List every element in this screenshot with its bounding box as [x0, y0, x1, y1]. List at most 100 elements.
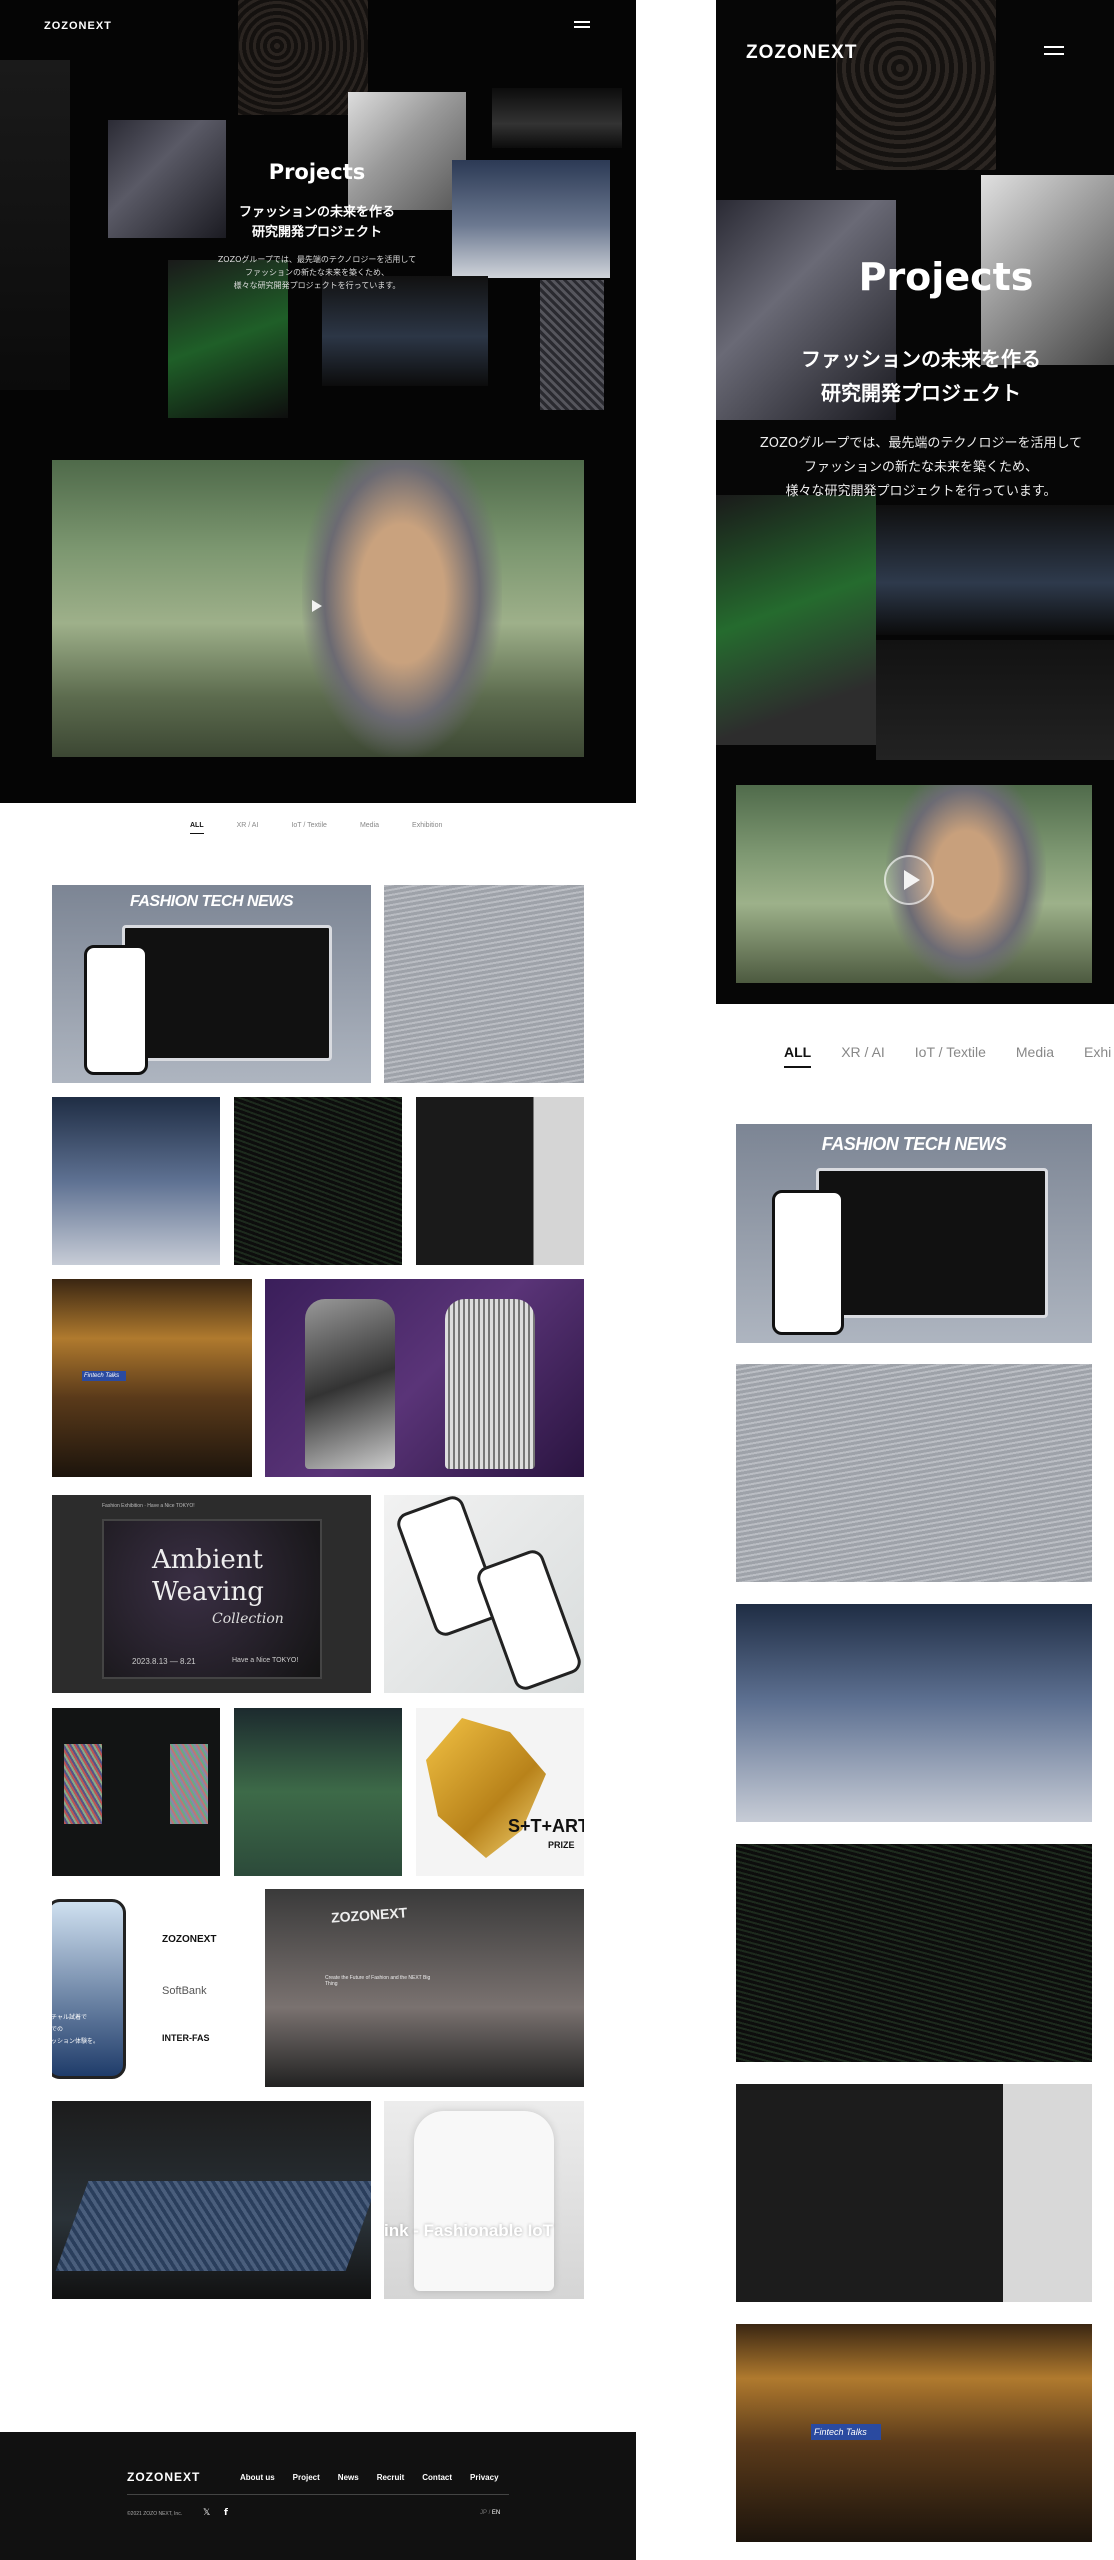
booth-logo: ZOZONEXT — [330, 1904, 408, 1926]
hero-video[interactable] — [52, 460, 584, 757]
footer-link-about[interactable]: About us — [240, 2473, 275, 2482]
m-play-icon — [904, 870, 920, 890]
footer-link-project[interactable]: Project — [293, 2473, 320, 2482]
m-tab-all[interactable]: ALL — [784, 1044, 812, 1068]
m-tab-xr-ai[interactable]: XR / AI — [841, 1044, 885, 1068]
phone-jp-3: ッション体験を。 — [52, 2038, 100, 2045]
ambient-title-3: Collection — [212, 1611, 284, 1627]
hero-collage-bench — [322, 276, 488, 386]
mobile-site-logo[interactable]: ZOZONEXT — [746, 42, 857, 64]
m-laptop-mockup — [816, 1168, 1048, 1318]
ambient-title-2: Weaving — [152, 1577, 264, 1607]
project-card-fashionable-iot[interactable]: ink - Fashionable IoT — [384, 2101, 584, 2299]
partner-inter-fas: INTER-FAS — [162, 2033, 210, 2043]
m-project-card-models-ocean[interactable] — [736, 1604, 1092, 1822]
footer-link-recruit[interactable]: Recruit — [377, 2473, 405, 2482]
m-project-card-fintech-talks[interactable]: Fintech Talks — [736, 2324, 1092, 2542]
project-card-textile-surface[interactable] — [384, 885, 584, 1083]
lang-separator: / — [488, 2510, 491, 2516]
phone-mockup — [84, 945, 148, 1075]
menu-icon[interactable] — [574, 19, 590, 29]
m-subtitle-line-1: ファッションの未来を作る — [801, 347, 1041, 371]
footer-link-news[interactable]: News — [338, 2473, 359, 2482]
m-collage-bench — [876, 505, 1114, 635]
tab-all[interactable]: ALL — [190, 822, 204, 834]
bench-shape — [55, 2181, 371, 2271]
mobile-hero: ZOZONEXT Projects ファッションの未来を作る 研究開発プロジェク… — [716, 0, 1114, 1004]
project-card-dark-gallery[interactable] — [416, 1097, 584, 1265]
mobile-view: ZOZONEXT Projects ファッションの未来を作る 研究開発プロジェク… — [716, 0, 1114, 2560]
project-card-night-park[interactable] — [234, 1708, 402, 1876]
page-description: ZOZOグループでは、最先端のテクノロジーを活用して ファッションの新たな未来を… — [207, 253, 427, 292]
x-icon[interactable]: 𝕏 — [203, 2508, 210, 2518]
project-card-dark-pattern[interactable] — [234, 1097, 402, 1265]
tab-iot-textile[interactable]: IoT / Textile — [291, 822, 327, 834]
m-tab-iot-textile[interactable]: IoT / Textile — [915, 1044, 986, 1068]
m-project-card-dark-pattern[interactable] — [736, 1844, 1092, 2062]
subtitle-line-1: ファッションの未来を作る — [238, 205, 395, 220]
play-icon[interactable] — [312, 600, 322, 612]
textile-panel-right — [170, 1744, 208, 1824]
footer-link-contact[interactable]: Contact — [422, 2473, 452, 2482]
hero-collage-phones — [348, 92, 466, 210]
partner-softbank: SoftBank — [162, 1985, 207, 1997]
ftn-title: FASHION TECH NEWS — [129, 893, 294, 910]
project-card-models-ocean[interactable] — [52, 1097, 220, 1265]
project-card-fintech-talks[interactable]: Fintech Talks — [52, 1279, 252, 1477]
m-desc-line-2: ファッションの新たな未来を築くため、 — [803, 460, 1038, 475]
project-card-textile-gallery[interactable] — [52, 1708, 220, 1876]
fashionable-iot-label: ink - Fashionable IoT — [384, 2221, 554, 2240]
laptop-mockup — [122, 925, 332, 1061]
project-card-ambient-weaving[interactable]: Fashion Exhibition · Have a Nice TOKYO! … — [52, 1495, 371, 1693]
facebook-icon[interactable]: f — [224, 2508, 228, 2518]
m-tab-media[interactable]: Media — [1016, 1044, 1054, 1068]
language-switcher: JP / EN — [480, 2510, 500, 2516]
mobile-menu-icon[interactable] — [1044, 44, 1064, 56]
tshirt-shape — [414, 2111, 554, 2291]
textile-panel-left — [64, 1744, 102, 1824]
m-project-card-fashion-tech-news[interactable]: FASHION TECH NEWS — [736, 1124, 1092, 1343]
tab-xr-ai[interactable]: XR / AI — [237, 822, 259, 834]
play-button[interactable] — [884, 855, 934, 905]
project-card-3d-dresses[interactable] — [265, 1279, 584, 1477]
gold-sculpture — [426, 1718, 546, 1858]
lang-en[interactable]: EN — [492, 2510, 500, 2516]
subtitle-line-2: 研究開発プロジェクト — [251, 225, 382, 240]
partner-zozonext: ZOZONEXT — [162, 1934, 217, 1945]
footer-nav: About us Project News Recruit Contact Pr… — [240, 2473, 517, 2482]
m-tab-exhibition[interactable]: Exhi — [1084, 1044, 1111, 1068]
project-card-start-prize[interactable]: S+T+ART PRIZE — [416, 1708, 584, 1876]
lang-jp[interactable]: JP — [480, 2510, 487, 2516]
footer-link-privacy[interactable]: Privacy — [470, 2473, 498, 2482]
mobile-filter-tabs: ALL XR / AI IoT / Textile Media Exhi — [784, 1044, 1114, 1068]
desktop-view: ZOZONEXT Projects ファッションの未来を作る 研究開発プロジェク… — [0, 0, 636, 2560]
m-project-card-dark-gallery[interactable] — [736, 2084, 1092, 2302]
project-card-partners[interactable]: チャル試着で での ッション体験を。 ZOZONEXT SoftBank INT… — [52, 1889, 252, 2087]
dress-left — [305, 1299, 395, 1469]
tab-exhibition[interactable]: Exhibition — [412, 822, 442, 834]
mobile-page-description: ZOZOグループでは、最先端のテクノロジーを活用して ファッションの新たな未来を… — [736, 432, 1106, 504]
footer-logo[interactable]: ZOZONEXT — [127, 2470, 200, 2484]
desc-line-3: 様々な研究開発プロジェクトを行っています。 — [233, 281, 401, 290]
footer-divider — [127, 2494, 509, 2495]
site-logo[interactable]: ZOZONEXT — [44, 20, 112, 32]
hero-collage-models — [452, 160, 610, 278]
mobile-hero-video[interactable] — [736, 785, 1092, 983]
project-card-booth[interactable]: ZOZONEXT Create the Future of Fashion an… — [265, 1889, 584, 2087]
fintech-label: Fintech Talks — [82, 1371, 126, 1381]
desktop-filter-tabs: ALL XR / AI IoT / Textile Media Exhibiti… — [190, 822, 475, 834]
page-title: Projects — [268, 160, 366, 184]
partner-phone: チャル試着で での ッション体験を。 — [52, 1899, 126, 2079]
page: ZOZONEXT Projects ファッションの未来を作る 研究開発プロジェク… — [0, 0, 1114, 2560]
phone-jp-1: チャル試着で — [52, 2014, 87, 2021]
tab-media[interactable]: Media — [360, 822, 379, 834]
m-project-card-textile-surface[interactable] — [736, 1364, 1092, 1582]
desc-line-1: ZOZOグループでは、最先端のテクノロジーを活用して — [217, 255, 417, 264]
project-card-phone-fashion[interactable] — [384, 1495, 584, 1693]
hero-collage-stage — [0, 60, 70, 390]
hero-collage-light — [492, 88, 622, 148]
ambient-top-text: Fashion Exhibition · Have a Nice TOKYO! — [102, 1503, 195, 1509]
project-card-textile-bench[interactable] — [52, 2101, 371, 2299]
hero-collage-dress — [108, 120, 226, 238]
project-card-fashion-tech-news[interactable]: FASHION TECH NEWS — [52, 885, 371, 1083]
